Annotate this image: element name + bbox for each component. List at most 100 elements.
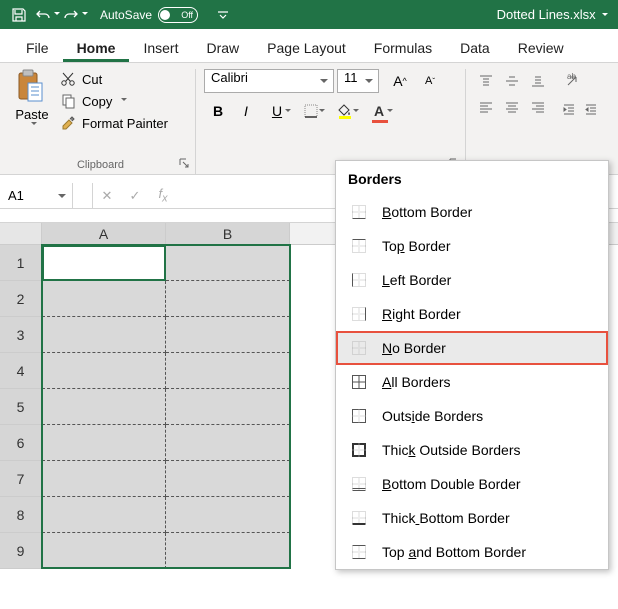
border-option-right-border[interactable]: Right Border (336, 297, 608, 331)
border-option-top-border[interactable]: Top Border (336, 229, 608, 263)
decrease-indent-button[interactable] (558, 97, 580, 121)
increase-indent-button[interactable] (580, 97, 602, 121)
column-header[interactable]: A (42, 223, 166, 244)
select-all-cells[interactable] (0, 223, 42, 244)
border-icon (350, 543, 368, 561)
border-icon (350, 407, 368, 425)
cell[interactable] (42, 461, 166, 497)
border-option-bottom-border[interactable]: Bottom Border (336, 195, 608, 229)
fill-color-button[interactable] (328, 99, 362, 123)
border-label: No Border (382, 340, 446, 356)
border-option-top-and-bottom-border[interactable]: Top and Bottom Border (336, 535, 608, 569)
border-option-thick-outside-borders[interactable]: Thick Outside Borders (336, 433, 608, 467)
cancel-formula-button[interactable]: ✕ (93, 183, 121, 208)
undo-button[interactable] (34, 2, 60, 28)
cell[interactable] (166, 281, 290, 317)
cell[interactable] (42, 497, 166, 533)
border-label: Bottom Border (382, 204, 472, 220)
paste-button[interactable]: Paste (14, 69, 54, 159)
cell[interactable] (166, 317, 290, 353)
align-center-button[interactable] (500, 95, 524, 119)
insert-function-button[interactable]: fx (149, 183, 177, 208)
active-cell[interactable] (42, 245, 166, 281)
row-header[interactable]: 5 (0, 389, 42, 425)
tab-data[interactable]: Data (446, 33, 504, 62)
font-size-select[interactable]: 11 (337, 69, 379, 93)
border-icon (350, 339, 368, 357)
borders-menu: Borders Bottom Border Top Border Left Bord… (335, 160, 609, 570)
filename-dropdown-icon[interactable] (602, 13, 608, 19)
cell[interactable] (166, 353, 290, 389)
border-option-no-border[interactable]: No Border (336, 331, 608, 365)
italic-button[interactable]: I (232, 99, 260, 123)
row-header[interactable]: 3 (0, 317, 42, 353)
tab-file[interactable]: File (12, 33, 63, 62)
save-button[interactable] (6, 2, 32, 28)
cell[interactable] (42, 389, 166, 425)
clipboard-dialog-launcher[interactable] (177, 156, 191, 170)
cell[interactable] (42, 533, 166, 569)
cut-button[interactable]: Cut (56, 69, 172, 89)
chevron-down-icon (31, 122, 37, 128)
cell[interactable] (166, 461, 290, 497)
border-icon (350, 509, 368, 527)
column-header[interactable]: B (166, 223, 290, 244)
tab-page-layout[interactable]: Page Layout (253, 33, 360, 62)
align-middle-button[interactable] (500, 69, 524, 93)
cell[interactable] (166, 389, 290, 425)
cell[interactable] (166, 245, 290, 281)
border-icon (350, 305, 368, 323)
border-option-bottom-double-border[interactable]: Bottom Double Border (336, 467, 608, 501)
orientation-button[interactable]: ab (558, 69, 586, 93)
bold-button[interactable]: B (204, 99, 232, 123)
increase-font-button[interactable]: A^ (386, 69, 414, 93)
autosave-toggle[interactable]: Off (158, 7, 198, 23)
border-icon (350, 271, 368, 289)
row-header[interactable]: 4 (0, 353, 42, 389)
scissors-icon (60, 71, 76, 87)
font-name-select[interactable]: Calibri (204, 69, 334, 93)
tab-draw[interactable]: Draw (192, 33, 253, 62)
align-right-button[interactable] (526, 95, 550, 119)
borders-menu-header: Borders (336, 161, 608, 195)
format-painter-button[interactable]: Format Painter (56, 113, 172, 133)
name-box[interactable]: A1 (0, 183, 73, 208)
border-label: Bottom Double Border (382, 476, 521, 492)
tab-home[interactable]: Home (63, 33, 130, 62)
tab-insert[interactable]: Insert (129, 33, 192, 62)
row-header[interactable]: 1 (0, 245, 42, 281)
tab-formulas[interactable]: Formulas (360, 33, 446, 62)
copy-icon (60, 93, 76, 109)
borders-button[interactable] (294, 99, 328, 123)
row-header[interactable]: 7 (0, 461, 42, 497)
border-option-all-borders[interactable]: All Borders (336, 365, 608, 399)
border-label: Top Border (382, 238, 451, 254)
underline-button[interactable]: U (260, 99, 294, 123)
qat-customize[interactable] (210, 2, 236, 28)
file-name: Dotted Lines.xlsx (497, 7, 596, 22)
cell[interactable] (42, 317, 166, 353)
row-header[interactable]: 2 (0, 281, 42, 317)
align-bottom-button[interactable] (526, 69, 550, 93)
border-option-left-border[interactable]: Left Border (336, 263, 608, 297)
cell[interactable] (166, 425, 290, 461)
cell[interactable] (166, 497, 290, 533)
tab-review[interactable]: Review (504, 33, 578, 62)
row-header[interactable]: 8 (0, 497, 42, 533)
redo-button[interactable] (62, 2, 88, 28)
align-top-button[interactable] (474, 69, 498, 93)
cell[interactable] (42, 281, 166, 317)
cell[interactable] (42, 353, 166, 389)
decrease-font-button[interactable]: Aˇ (416, 69, 444, 93)
border-option-thick-bottom-border[interactable]: Thick Bottom Border (336, 501, 608, 535)
copy-button[interactable]: Copy (56, 91, 172, 111)
enter-formula-button[interactable]: ✓ (121, 183, 149, 208)
align-left-button[interactable] (474, 95, 498, 119)
border-option-outside-borders[interactable]: Outside Borders (336, 399, 608, 433)
font-color-button[interactable]: A (362, 99, 396, 123)
autosave-label: AutoSave (100, 8, 152, 22)
row-header[interactable]: 6 (0, 425, 42, 461)
cell[interactable] (166, 533, 290, 569)
row-header[interactable]: 9 (0, 533, 42, 569)
cell[interactable] (42, 425, 166, 461)
